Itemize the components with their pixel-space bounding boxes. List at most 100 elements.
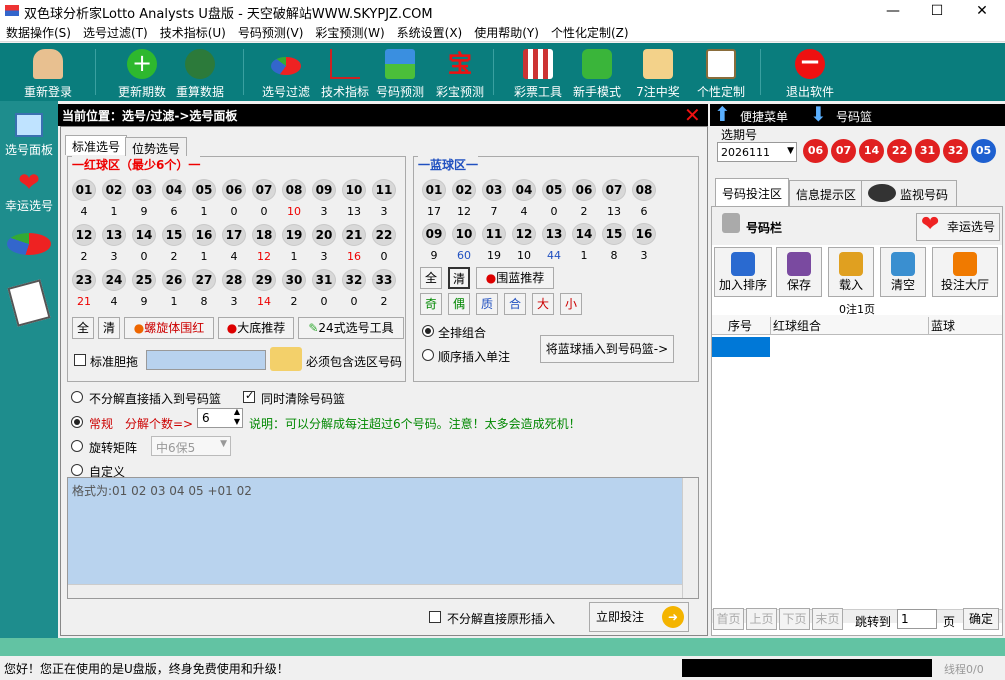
red-ball[interactable]: 11 bbox=[372, 179, 396, 201]
red-ball[interactable]: 06 bbox=[222, 179, 246, 201]
customize-button[interactable]: 个性定制 bbox=[691, 43, 751, 101]
menu-caibao[interactable]: 彩宝预测(W) bbox=[309, 22, 390, 41]
red-ball[interactable]: 19 bbox=[282, 224, 306, 246]
blue-ball[interactable]: 15 bbox=[602, 223, 626, 245]
issue-select[interactable]: 2026111 ▼ bbox=[717, 142, 797, 162]
bet-now-button[interactable]: 立即投注 ➜ bbox=[589, 602, 689, 632]
red-ball[interactable]: 23 bbox=[72, 269, 96, 291]
lucky-pick-button[interactable]: ❤ 幸运选号 bbox=[916, 212, 1000, 241]
nav-pick-panel[interactable]: 选号面板 bbox=[0, 113, 58, 158]
maximize-button[interactable]: ☐ bbox=[914, 0, 960, 22]
blue-ball[interactable]: 01 bbox=[422, 179, 446, 201]
radio-custom[interactable] bbox=[71, 464, 83, 476]
blue-ball[interactable]: 06 bbox=[572, 179, 596, 201]
filter-button[interactable]: 选号过滤 bbox=[258, 43, 314, 101]
radio-normal[interactable] bbox=[71, 416, 83, 428]
pager-button[interactable]: 下页 bbox=[779, 608, 810, 630]
red-ball[interactable]: 09 bbox=[312, 179, 336, 201]
blue-filter-button[interactable]: 质 bbox=[476, 293, 498, 315]
pager-button[interactable]: 末页 bbox=[812, 608, 843, 630]
red-ball[interactable]: 33 bbox=[372, 269, 396, 291]
confirm-button[interactable]: 确定 bbox=[963, 608, 999, 630]
red-ball[interactable]: 02 bbox=[102, 179, 126, 201]
red-ball[interactable]: 31 bbox=[312, 269, 336, 291]
blue-clear-button[interactable]: 清 bbox=[448, 267, 470, 289]
red-ball[interactable]: 28 bbox=[222, 269, 246, 291]
blue-filter-button[interactable]: 小 bbox=[560, 293, 582, 315]
menu-help[interactable]: 使用帮助(Y) bbox=[468, 22, 545, 41]
indicator-button[interactable]: 技术指标 bbox=[317, 43, 373, 101]
format-textarea[interactable]: 格式为:01 02 03 04 05 +01 02 bbox=[67, 477, 699, 599]
action-button[interactable]: 清空 bbox=[880, 247, 926, 297]
minimize-button[interactable]: — bbox=[870, 0, 916, 22]
blue-filter-button[interactable]: 偶 bbox=[448, 293, 470, 315]
blue-ball[interactable]: 02 bbox=[452, 179, 476, 201]
menu-custom[interactable]: 个性化定制(Z) bbox=[545, 22, 635, 41]
radio-all-combo[interactable] bbox=[422, 325, 434, 337]
clear-basket-checkbox[interactable] bbox=[243, 389, 255, 403]
red-ball[interactable]: 04 bbox=[162, 179, 186, 201]
recalc-button[interactable]: 重算数据 bbox=[172, 43, 228, 101]
lottery-tools-button[interactable]: 彩票工具 bbox=[510, 43, 566, 101]
red-ball[interactable]: 27 bbox=[192, 269, 216, 291]
tab-position[interactable]: 位势选号 bbox=[125, 137, 188, 157]
split-count-stepper[interactable]: 6 ▲ ▼ bbox=[197, 407, 243, 428]
action-button[interactable]: 投注大厅 bbox=[932, 247, 998, 297]
menu-data[interactable]: 数据操作(S) bbox=[0, 22, 77, 41]
no-split-orig-checkbox[interactable] bbox=[429, 611, 441, 623]
menu-filter[interactable]: 选号过滤(T) bbox=[77, 22, 154, 41]
pager-button[interactable]: 上页 bbox=[746, 608, 777, 630]
red-ball[interactable]: 26 bbox=[162, 269, 186, 291]
blue-ball[interactable]: 03 bbox=[482, 179, 506, 201]
action-button[interactable]: 保存 bbox=[776, 247, 822, 297]
radio-no-split[interactable] bbox=[71, 391, 83, 403]
relogin-button[interactable]: 重新登录 bbox=[20, 43, 76, 101]
caibao-button[interactable]: 宝彩宝预测 bbox=[432, 43, 488, 101]
blue-ball[interactable]: 04 bbox=[512, 179, 536, 201]
blue-ball[interactable]: 12 bbox=[512, 223, 536, 245]
red-ball[interactable]: 05 bbox=[192, 179, 216, 201]
red-ball[interactable]: 12 bbox=[72, 224, 96, 246]
red-ball[interactable]: 30 bbox=[282, 269, 306, 291]
red-ball[interactable]: 32 bbox=[342, 269, 366, 291]
blue-filter-button[interactable]: 奇 bbox=[420, 293, 442, 315]
blue-filter-button[interactable]: 大 bbox=[532, 293, 554, 315]
textarea-scrollbar[interactable] bbox=[682, 478, 698, 598]
red-ball[interactable]: 10 bbox=[342, 179, 366, 201]
red-select-all-button[interactable]: 全 bbox=[72, 317, 94, 339]
tool24-button[interactable]: ✎24式选号工具 bbox=[298, 317, 404, 339]
number-basket-link[interactable]: 号码篮 bbox=[836, 108, 872, 125]
big-base-button[interactable]: ●大底推荐 bbox=[218, 317, 294, 339]
red-clear-button[interactable]: 清 bbox=[98, 317, 120, 339]
menu-settings[interactable]: 系统设置(X) bbox=[391, 22, 469, 41]
quick-menu-link[interactable]: 便捷菜单 bbox=[740, 108, 788, 125]
tab-standard[interactable]: 标准选号 bbox=[65, 135, 128, 155]
close-button[interactable]: ✕ bbox=[959, 0, 1005, 22]
red-ball[interactable]: 16 bbox=[192, 224, 216, 246]
blue-ball[interactable]: 05 bbox=[542, 179, 566, 201]
blue-filter-button[interactable]: 合 bbox=[504, 293, 526, 315]
blue-ball[interactable]: 13 bbox=[542, 223, 566, 245]
blue-ball[interactable]: 10 bbox=[452, 223, 476, 245]
close-x-icon[interactable]: ✕ bbox=[684, 103, 701, 127]
red-ball[interactable]: 29 bbox=[252, 269, 276, 291]
exit-button[interactable]: − 退出软件 bbox=[780, 43, 840, 101]
rotate-select[interactable]: 中6保5 ▼ bbox=[151, 436, 231, 456]
red-ball[interactable]: 25 bbox=[132, 269, 156, 291]
textarea-hscroll[interactable] bbox=[68, 584, 682, 598]
page-input[interactable]: 1 bbox=[897, 609, 937, 629]
nav-pie[interactable] bbox=[0, 233, 58, 255]
tab-info-area[interactable]: 信息提示区 bbox=[789, 180, 864, 206]
red-ball[interactable]: 13 bbox=[102, 224, 126, 246]
blue-ball[interactable]: 11 bbox=[482, 223, 506, 245]
red-ball[interactable]: 18 bbox=[252, 224, 276, 246]
menu-indicator[interactable]: 技术指标(U) bbox=[154, 22, 232, 41]
blue-ball[interactable]: 14 bbox=[572, 223, 596, 245]
tab-monitor[interactable]: 监视号码 bbox=[861, 180, 957, 206]
action-button[interactable]: 加入排序 bbox=[714, 247, 772, 297]
red-ball[interactable]: 24 bbox=[102, 269, 126, 291]
red-ball[interactable]: 01 bbox=[72, 179, 96, 201]
seven-win-button[interactable]: 7注中奖 bbox=[630, 43, 686, 101]
red-ball[interactable]: 03 bbox=[132, 179, 156, 201]
red-ball[interactable]: 17 bbox=[222, 224, 246, 246]
